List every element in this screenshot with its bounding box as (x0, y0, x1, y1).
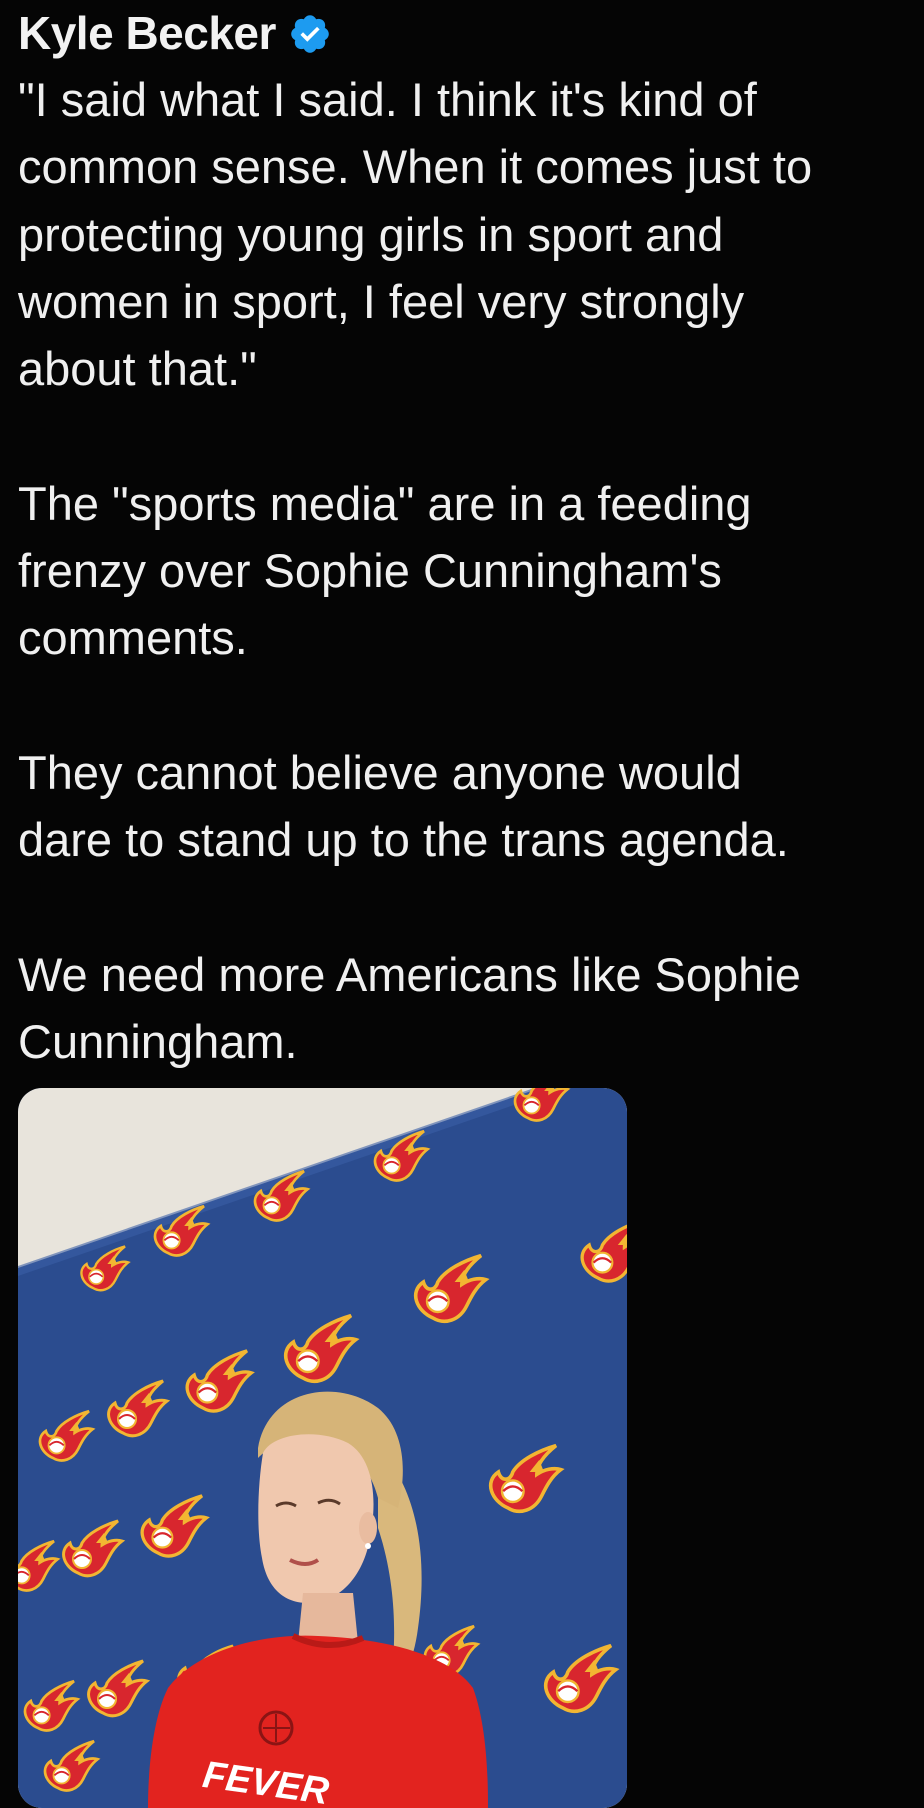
text-line: Cunningham. (18, 1015, 298, 1069)
paragraph-quote: "I said what I said. I think it's kind o… (18, 66, 908, 402)
text-line: We need more Americans like Sophie (18, 947, 801, 1001)
text-line: They cannot believe anyone would (18, 745, 742, 799)
text-line: about that." (18, 342, 257, 396)
text-line: frenzy over Sophie Cunningham's (18, 544, 722, 598)
verified-badge-icon (291, 15, 329, 53)
text-line: common sense. When it comes just to (18, 140, 813, 194)
video-frame: FEVER (18, 1088, 627, 1808)
tweet-text: "I said what I said. I think it's kind o… (18, 66, 908, 1075)
author-row: Kyle Becker (18, 0, 908, 66)
paragraph-americans: We need more Americans like Sophie Cunni… (18, 941, 908, 1076)
tweet: Kyle Becker "I said what I said. I think… (18, 0, 908, 1075)
paragraph-sports-media: The "sports media" are in a feeding fren… (18, 470, 908, 672)
text-line: comments. (18, 611, 248, 665)
text-line: dare to stand up to the trans agenda. (18, 813, 789, 867)
text-line: The "sports media" are in a feeding (18, 476, 752, 530)
text-line: protecting young girls in sport and (18, 207, 724, 261)
author-name[interactable]: Kyle Becker (18, 6, 276, 60)
tweet-media-video[interactable]: FEVER (18, 1088, 627, 1808)
paragraph-belief: They cannot believe anyone would dare to… (18, 739, 908, 874)
text-line: "I said what I said. I think it's kind o… (18, 73, 757, 126)
text-line: women in sport, I feel very strongly (18, 274, 745, 328)
